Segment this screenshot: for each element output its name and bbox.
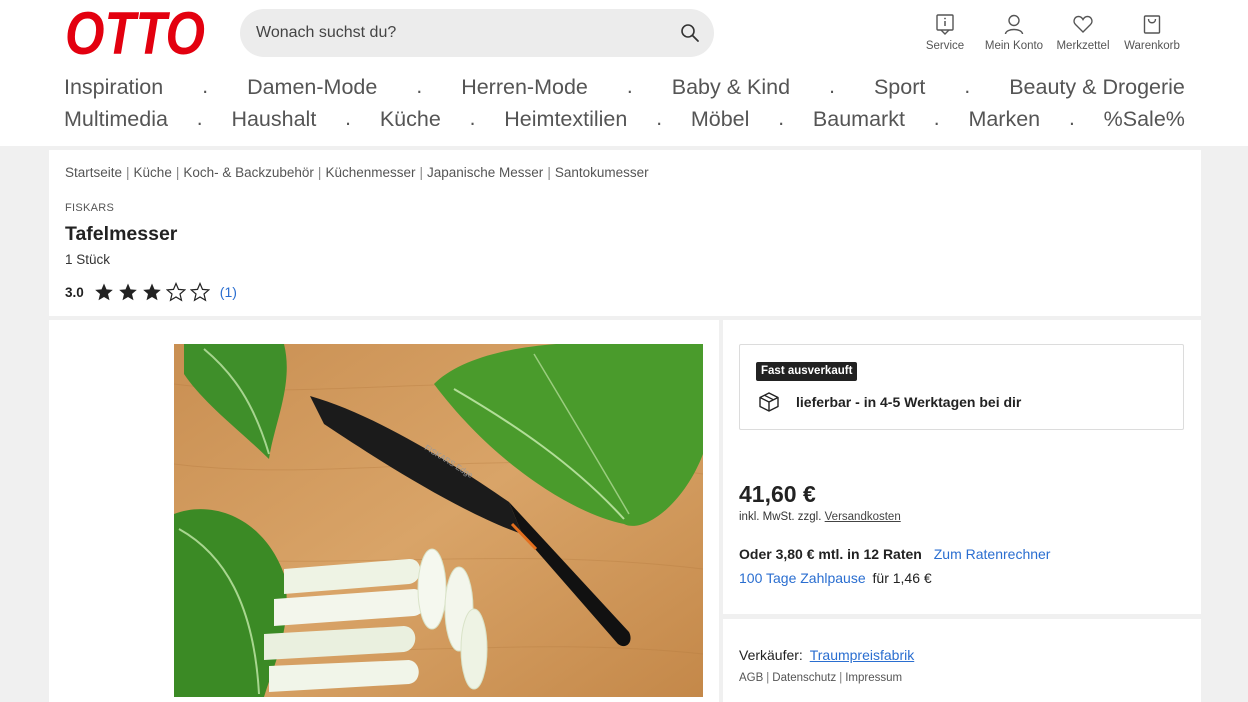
star-empty-icon <box>189 282 210 302</box>
search-icon[interactable] <box>680 23 700 43</box>
service-label: Service <box>925 40 965 52</box>
breadcrumb-separator: | <box>419 165 423 180</box>
info-icon <box>936 14 954 35</box>
breadcrumb-separator: | <box>317 165 322 180</box>
shipping-costs-link[interactable]: Versandkosten <box>825 511 901 523</box>
legal-separator: | <box>766 672 770 684</box>
product-gallery: FISKARS Edge <box>49 320 719 702</box>
availability-box: Fast ausverkauft lieferbar - in 4-5 Werk… <box>739 344 1184 430</box>
rating-stars <box>94 282 214 302</box>
star-filled-icon <box>94 283 113 301</box>
stock-badge: Fast ausverkauft <box>756 362 858 381</box>
nav-separator: . <box>964 75 971 98</box>
product-brand[interactable]: FISKARS <box>65 202 114 214</box>
wishlist-label: Merkzettel <box>1056 40 1110 52</box>
nav-item-damen-mode[interactable]: Damen-Mode <box>247 75 377 100</box>
nav-item-moebel[interactable]: Möbel <box>691 107 750 132</box>
breadcrumb-item[interactable]: Japanische Messer <box>427 165 543 180</box>
seller-label: Verkäufer: <box>739 647 803 663</box>
seller-imprint-link[interactable]: Impressum <box>845 672 902 684</box>
installment-text: Oder 3,80 € mtl. in 12 Raten <box>739 546 922 562</box>
nav-separator: . <box>345 107 351 130</box>
nav-item-inspiration[interactable]: Inspiration <box>64 75 163 100</box>
installment-info: Oder 3,80 € mtl. in 12 Raten Zum Ratenre… <box>739 546 1050 562</box>
account-link[interactable]: Mein Konto <box>979 13 1049 57</box>
nav-separator: . <box>778 107 785 130</box>
seller-line: Verkäufer: Traumpreisfabrik <box>739 647 914 663</box>
user-icon <box>1004 14 1024 35</box>
nav-item-sale[interactable]: %Sale% <box>1104 107 1185 132</box>
category-nav-row-1: Inspiration . Damen-Mode . Herren-Mode .… <box>64 73 1185 101</box>
nav-separator: . <box>469 107 476 130</box>
nav-separator: . <box>626 75 633 98</box>
account-label: Mein Konto <box>984 40 1044 52</box>
payment-pause-info: 100 Tage Zahlpause für 1,46 € <box>739 570 932 586</box>
product-title: Tafelmesser <box>65 223 178 245</box>
search-bar <box>240 9 714 57</box>
star-empty-icon <box>165 282 186 302</box>
nav-item-kueche[interactable]: Küche <box>380 107 441 132</box>
service-link[interactable]: Service <box>910 13 980 57</box>
nav-separator: . <box>933 107 940 130</box>
breadcrumb-separator: | <box>126 165 130 180</box>
nav-item-herren-mode[interactable]: Herren-Mode <box>461 75 588 100</box>
breadcrumb-separator: | <box>547 165 551 180</box>
breadcrumb-separator: | <box>175 165 180 180</box>
star-filled-icon <box>142 283 161 301</box>
rating-score: 3.0 <box>65 284 84 300</box>
breadcrumb-item[interactable]: Küche <box>134 165 172 180</box>
nav-separator: . <box>202 75 209 98</box>
category-nav-row-2: Multimedia . Haushalt . Küche . Heimtext… <box>64 105 1185 133</box>
seller-name-link[interactable]: Traumpreisfabrik <box>810 647 915 663</box>
nav-separator: . <box>829 75 835 98</box>
breadcrumb: Startseite | Küche | Koch- & Backzubehör | Küc… <box>65 165 649 180</box>
nav-item-heimtextilien[interactable]: Heimtextilien <box>504 107 627 132</box>
nav-separator: . <box>656 107 663 130</box>
cart-link[interactable]: Warenkorb <box>1117 13 1187 57</box>
breadcrumb-item[interactable]: Startseite <box>65 165 122 180</box>
seller-info: Verkäufer: Traumpreisfabrik AGB | Datensch… <box>723 619 1201 702</box>
seller-agb-link[interactable]: AGB <box>739 672 763 684</box>
seller-legal-links: AGB | Datenschutz | Impressum <box>739 672 902 684</box>
nav-item-sport[interactable]: Sport <box>874 75 925 100</box>
nav-item-marken[interactable]: Marken <box>968 107 1040 132</box>
nav-separator: . <box>1068 107 1075 130</box>
installment-calculator-link[interactable]: Zum Ratenrechner <box>934 546 1051 562</box>
rating-count-link[interactable]: (1) <box>220 284 237 300</box>
site-header: OTTO Service Mein Konto Merkzettel <box>0 0 1248 146</box>
tax-prefix: inkl. MwSt. zzgl. <box>739 511 822 523</box>
nav-item-multimedia[interactable]: Multimedia <box>64 107 168 132</box>
nav-item-baumarkt[interactable]: Baumarkt <box>813 107 905 132</box>
legal-separator: | <box>839 672 843 684</box>
nav-item-beauty-drogerie[interactable]: Beauty & Drogerie <box>1009 75 1185 100</box>
payment-pause-link[interactable]: 100 Tage Zahlpause <box>739 570 866 586</box>
breadcrumb-item[interactable]: Santokumesser <box>555 165 649 180</box>
otto-logo[interactable]: OTTO <box>64 8 206 60</box>
nav-separator: . <box>196 107 203 130</box>
tax-info: inkl. MwSt. zzgl. Versandkosten <box>739 511 901 523</box>
logo-text: OTTO <box>65 8 205 60</box>
nav-item-haushalt[interactable]: Haushalt <box>231 107 316 132</box>
package-icon <box>759 392 779 412</box>
product-price: 41,60 € <box>739 481 816 507</box>
buy-box: Fast ausverkauft lieferbar - in 4-5 Werk… <box>723 320 1201 614</box>
nav-item-baby-kind[interactable]: Baby & Kind <box>672 75 790 100</box>
delivery-text: lieferbar - in 4-5 Werktagen bei dir <box>796 394 1022 410</box>
star-filled-icon <box>118 283 137 301</box>
product-header: Startseite | Küche | Koch- & Backzubehör | Küc… <box>49 150 1201 316</box>
wishlist-link[interactable]: Merkzettel <box>1048 13 1118 57</box>
heart-icon <box>1073 15 1093 33</box>
cart-label: Warenkorb <box>1124 40 1180 52</box>
breadcrumb-item[interactable]: Küchenmesser <box>325 165 415 180</box>
product-quantity: 1 Stück <box>65 252 111 267</box>
payment-pause-fee: für 1,46 € <box>872 570 932 586</box>
seller-privacy-link[interactable]: Datenschutz <box>772 672 836 684</box>
nav-separator: . <box>416 75 423 98</box>
search-input[interactable] <box>256 9 666 57</box>
product-image[interactable]: FISKARS Edge <box>174 344 703 697</box>
product-rating: 3.0 (1) <box>65 282 237 302</box>
cart-icon <box>1143 15 1161 34</box>
breadcrumb-item[interactable]: Koch- & Backzubehör <box>183 165 314 180</box>
